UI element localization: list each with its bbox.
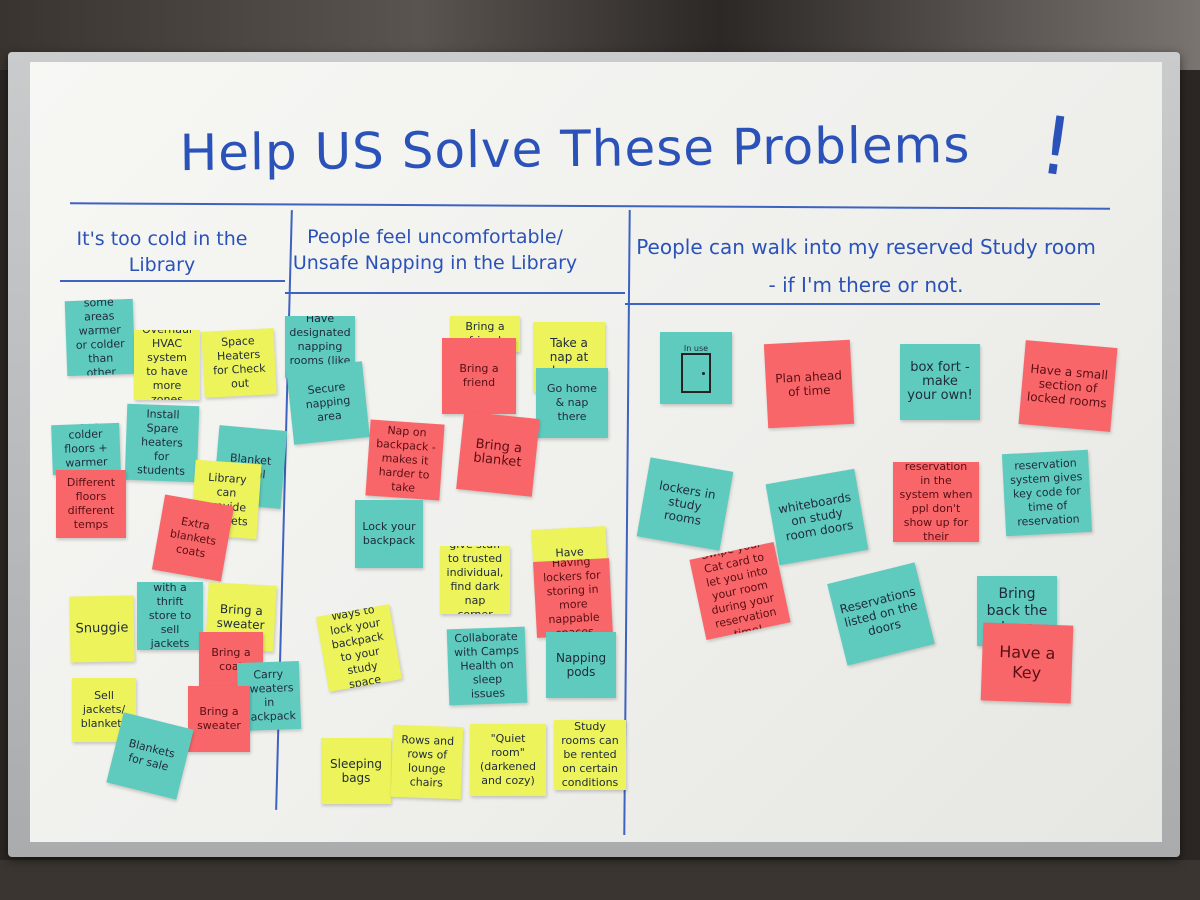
column-heading-napping: People feel uncomfortable/ Unsafe Nappin… bbox=[292, 226, 578, 274]
sticky-note: Secure napping area bbox=[286, 361, 370, 445]
sticky-note: Make some areas warmer or colder than ot… bbox=[64, 298, 136, 377]
sticky-note: Bring a blanket bbox=[456, 411, 540, 497]
header-bottom-line-mid bbox=[285, 292, 625, 294]
sticky-note: reservation system gives key code for ti… bbox=[1001, 449, 1093, 537]
sticky-note: whiteboards on study room doors bbox=[765, 468, 869, 566]
in-use-label: In use bbox=[683, 343, 709, 353]
sticky-note: Install Spare heaters for students bbox=[124, 403, 200, 483]
sticky-note: Nap on backpack - makes it harder to tak… bbox=[365, 419, 445, 501]
sticky-note: Study rooms can be rented on certain con… bbox=[554, 720, 626, 790]
door-icon bbox=[681, 352, 711, 393]
column-heading-cold: It's too cold in the Library bbox=[76, 228, 248, 276]
sticky-note: Go home & nap there bbox=[536, 368, 608, 438]
sticky-note: partner with a thrift store to sell jack… bbox=[137, 582, 203, 650]
sticky-note: Overhaul HVAC system to have more zones bbox=[134, 330, 200, 400]
background-floor bbox=[0, 860, 1200, 900]
sticky-note: Collaborate with Camps Health on sleep i… bbox=[446, 626, 528, 706]
sticky-note: Have a Key bbox=[980, 622, 1074, 704]
column-heading-reserved-room: People can walk into my reserved Study r… bbox=[636, 235, 1096, 297]
sticky-note: Rows and rows of lounge chairs bbox=[390, 724, 464, 800]
board-title: Help US Solve These Problems bbox=[179, 115, 971, 183]
sticky-note: Bring a friend bbox=[442, 338, 516, 414]
sticky-note: Plan ahead of time bbox=[763, 339, 855, 429]
sticky-note-door-drawing: In use bbox=[660, 332, 732, 404]
sticky-note: Different floors different temps bbox=[56, 470, 126, 538]
sticky-note: Cancel reservation in the system when pp… bbox=[893, 462, 979, 542]
header-bottom-line-left bbox=[60, 280, 285, 282]
sticky-note: give stuff to trusted individual, find d… bbox=[440, 546, 510, 614]
sticky-note: Ways to lock your backpack to your study… bbox=[315, 604, 403, 692]
sticky-note: Napping pods bbox=[546, 632, 616, 698]
sticky-note: Snuggie bbox=[69, 595, 135, 663]
sticky-note: Swipe your Cat card to let you into your… bbox=[689, 541, 791, 641]
sticky-note: Have a small section of locked rooms bbox=[1018, 340, 1118, 432]
sticky-note: Lock your backpack bbox=[355, 500, 423, 568]
sticky-note: lockers in study rooms bbox=[636, 457, 734, 551]
sticky-note: "Quiet room" (darkened and cozy) bbox=[470, 724, 546, 796]
sticky-note: Bring a sweater bbox=[188, 686, 250, 752]
sticky-note: box fort - make your own! bbox=[900, 344, 980, 420]
sticky-note: Space Heaters for Check out bbox=[201, 328, 277, 398]
sticky-note: Extra blankets coats bbox=[151, 494, 235, 582]
sticky-note: Have colder floors + warmer floors bbox=[51, 422, 121, 476]
sticky-note: Sleeping bags bbox=[321, 738, 391, 804]
sticky-note: Having lockers for storing in more nappa… bbox=[533, 558, 613, 638]
